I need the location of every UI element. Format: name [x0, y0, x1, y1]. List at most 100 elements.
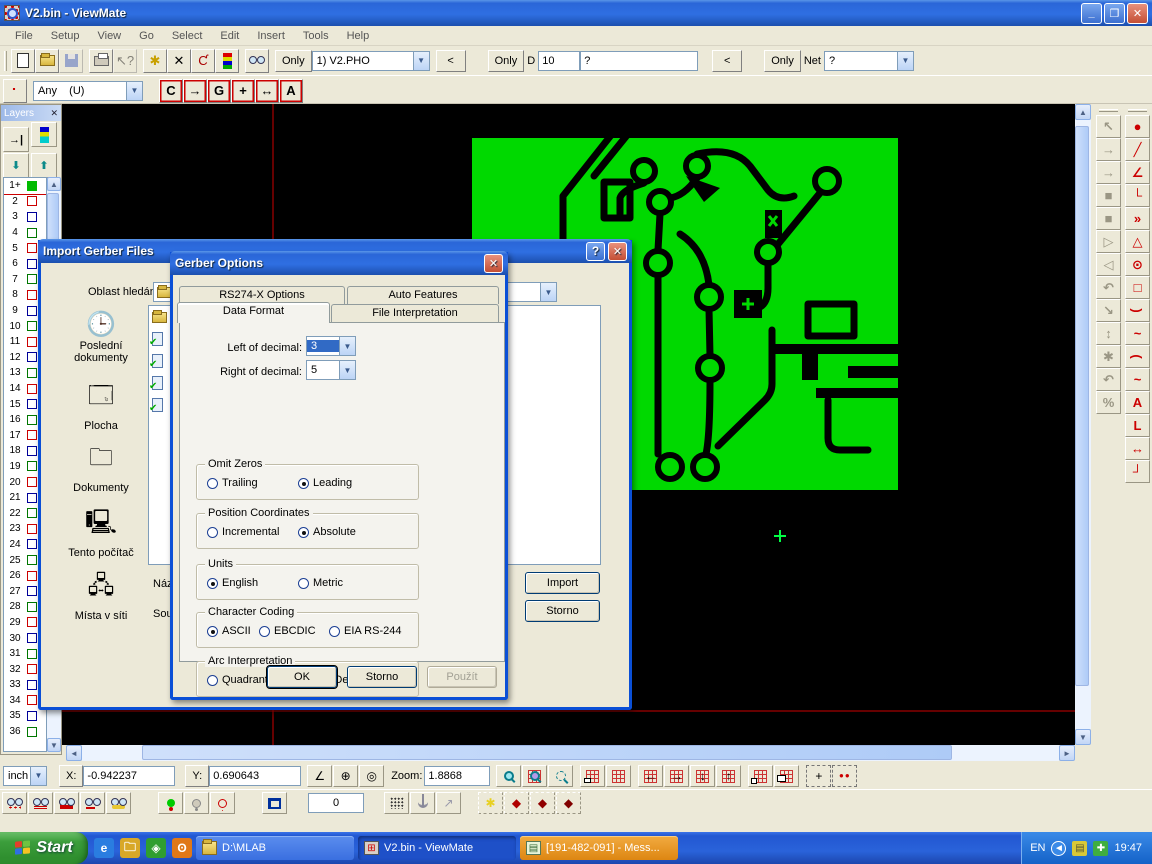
horizontal-scrollbar[interactable]: ◄ ►	[66, 745, 1075, 761]
layer-color-swatch[interactable]	[27, 586, 37, 596]
tray-green-icon[interactable]: ✚	[1093, 841, 1108, 856]
dcode-query-input[interactable]: ?	[580, 51, 698, 71]
layer-color-swatch[interactable]	[27, 555, 37, 565]
apply-button[interactable]: Použít	[427, 666, 497, 688]
vertical-scrollbar[interactable]: ▲ ▼	[1075, 104, 1091, 745]
unit-combo[interactable]: inch ▼	[3, 766, 47, 786]
close-button[interactable]: ✕	[1127, 3, 1148, 24]
layers-panel-titlebar[interactable]: Layers ✕	[1, 105, 61, 121]
pan-up-button[interactable]: ↑	[716, 765, 741, 787]
layer-color-swatch[interactable]	[27, 617, 37, 627]
draw-spline-button[interactable]: ~	[1125, 368, 1150, 391]
pan-down-button[interactable]: ↓	[690, 765, 715, 787]
pan-right-button[interactable]: →	[664, 765, 689, 787]
table-view-button[interactable]	[262, 792, 287, 814]
radio-trailing[interactable]: Trailing	[207, 477, 258, 489]
insert-text-button[interactable]: A	[1125, 391, 1150, 414]
x-coord-value[interactable]: -0.942237	[83, 766, 175, 786]
draw-pad-button[interactable]: ■	[1096, 184, 1121, 207]
import-button[interactable]: Import	[525, 572, 600, 594]
chevron-down-icon[interactable]: ▼	[339, 337, 355, 355]
layer-color-swatch[interactable]	[27, 711, 37, 721]
tab-auto-features[interactable]: Auto Features	[347, 286, 499, 304]
select-points-button[interactable]: ●●	[832, 765, 857, 787]
radio-icon[interactable]	[298, 578, 309, 589]
zoom-value[interactable]: 1.8868	[424, 766, 490, 786]
layer-color-swatch[interactable]	[27, 446, 37, 456]
scroll-down-icon[interactable]: ▼	[1075, 729, 1091, 745]
layer-color-swatch[interactable]	[27, 539, 37, 549]
hscroll-thumb[interactable]	[142, 745, 952, 760]
radio-incremental[interactable]: Incremental	[207, 526, 279, 538]
vscroll-thumb[interactable]	[1075, 126, 1089, 686]
chevron-down-icon[interactable]: ▼	[897, 52, 913, 70]
center-view-button[interactable]: ◎	[359, 765, 384, 787]
snap-to-grid-button[interactable]: ↗	[436, 792, 461, 814]
layer-color-swatch[interactable]	[27, 461, 37, 471]
menu-file[interactable]: File	[6, 28, 42, 44]
highlight-c-button[interactable]: C	[159, 79, 183, 103]
print-button[interactable]	[89, 49, 113, 73]
highlight-h-button[interactable]: ↔	[255, 79, 279, 103]
pad-red-button[interactable]: ◆	[504, 792, 529, 814]
palette-grip[interactable]	[1099, 109, 1118, 112]
place-desktop[interactable]: 🗔Plocha	[53, 378, 149, 432]
draw-path-button[interactable]: └	[1125, 184, 1150, 207]
draw-curve-button[interactable]: ~	[1125, 322, 1150, 345]
folder-shortcut-icon[interactable]: 🗀	[120, 838, 140, 858]
layer-color-swatch[interactable]	[27, 259, 37, 269]
pan-left-button[interactable]: ←	[638, 765, 663, 787]
move-to-layer-button[interactable]: →	[1096, 161, 1121, 184]
layer-color-swatch[interactable]	[27, 524, 37, 534]
toolbar-grip[interactable]	[4, 51, 7, 71]
highlight-a-button[interactable]: A	[279, 79, 303, 103]
layer-color-swatch[interactable]	[27, 695, 37, 705]
mirror-vertical-button[interactable]: ◁	[1096, 253, 1121, 276]
radio-absolute[interactable]: Absolute	[298, 526, 356, 538]
radio-icon[interactable]	[298, 527, 309, 538]
only-net-button[interactable]: Only	[764, 50, 801, 72]
radio-icon[interactable]	[207, 675, 218, 686]
radio-icon[interactable]	[207, 527, 218, 538]
gerber-file-item[interactable]: ✔	[149, 350, 169, 372]
select-area-button[interactable]: +	[806, 765, 831, 787]
layer-color-swatch[interactable]	[27, 633, 37, 643]
task-folder[interactable]: D:\MLAB	[196, 836, 354, 860]
layer-color-swatch[interactable]	[27, 274, 37, 284]
place-documents[interactable]: 🗀Dokumenty	[53, 440, 149, 494]
layer-row-4[interactable]: 4	[4, 225, 46, 241]
open-file-button[interactable]	[35, 49, 59, 73]
dimension-button[interactable]: ↔	[1125, 437, 1150, 460]
prev-net-button[interactable]: <	[712, 50, 742, 72]
pad-red3-button[interactable]: ◆	[556, 792, 581, 814]
layer-color-swatch[interactable]	[27, 306, 37, 316]
aperture-filter-combo[interactable]: Any (U) ▼	[33, 81, 143, 101]
full-view-button[interactable]	[606, 765, 631, 787]
radio-icon[interactable]	[259, 626, 270, 637]
layer-color-swatch[interactable]	[27, 368, 37, 378]
rotate-button[interactable]: ↶	[1096, 276, 1121, 299]
chevron-down-icon[interactable]: ▼	[30, 767, 46, 785]
task-message[interactable]: ▤[191-482-091] - Mess...	[520, 836, 678, 860]
clock[interactable]: 19:47	[1114, 842, 1142, 854]
layer-color-swatch[interactable]	[27, 384, 37, 394]
layer-row-1+[interactable]: 1+	[4, 178, 46, 194]
view-traces-button[interactable]	[28, 792, 53, 814]
palette-grip[interactable]	[1128, 109, 1147, 112]
layer-color-swatch[interactable]	[27, 430, 37, 440]
menu-edit[interactable]: Edit	[211, 28, 248, 44]
radio-eia-rs-244[interactable]: EIA RS-244	[329, 625, 401, 637]
flash-tool-button[interactable]: ✱	[143, 49, 167, 73]
mirror-horizontal-button[interactable]: ▷	[1096, 230, 1121, 253]
help-button[interactable]: ?	[586, 242, 605, 261]
firefox-icon[interactable]: ʘ	[172, 838, 192, 858]
layer-row-35[interactable]: 35	[4, 708, 46, 724]
layer-color-swatch[interactable]	[27, 649, 37, 659]
highlight-on-button[interactable]	[158, 792, 183, 814]
menu-tools[interactable]: Tools	[294, 28, 338, 44]
settings-gear-button[interactable]: ✱	[1096, 345, 1121, 368]
layer-color-swatch[interactable]	[27, 243, 37, 253]
radio-icon[interactable]	[329, 626, 340, 637]
layer-down-button[interactable]: ⬇	[3, 153, 29, 178]
layer-row-3[interactable]: 3	[4, 209, 46, 225]
